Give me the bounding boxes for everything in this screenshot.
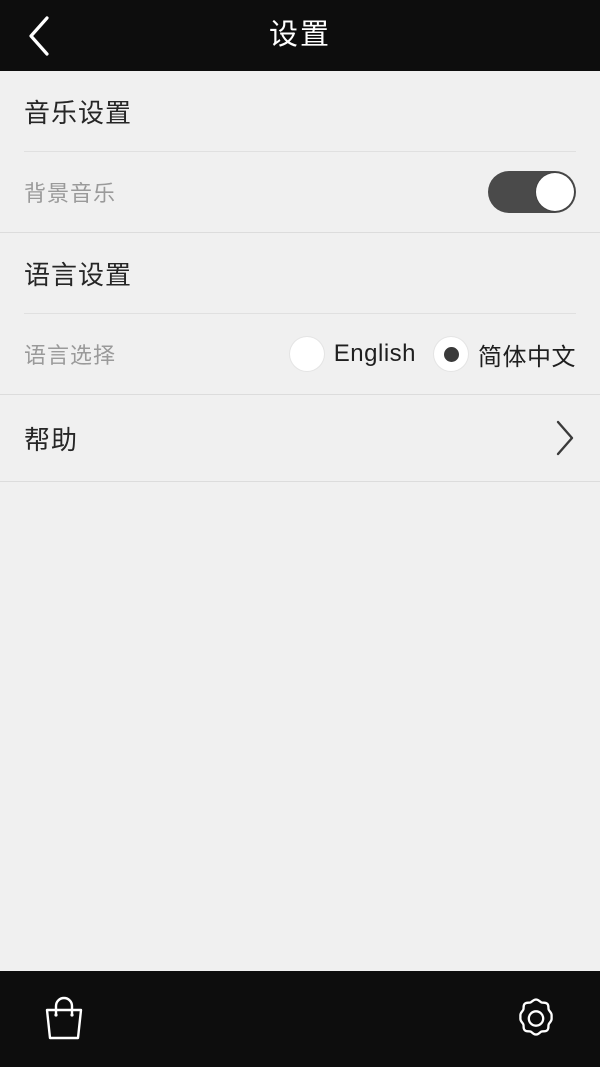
radio-option-english[interactable]: English <box>289 337 416 371</box>
settings-content: 音乐设置 背景音乐 语言设置 语言选择 English 简体中文 帮助 <box>0 71 600 971</box>
back-button[interactable] <box>8 0 70 71</box>
radio-label-english: English <box>333 340 416 367</box>
radio-simplified-chinese-icon[interactable] <box>434 337 468 371</box>
row-background-music[interactable]: 背景音乐 <box>0 152 600 232</box>
section-title-music: 音乐设置 <box>24 97 133 128</box>
row-label-help: 帮助 <box>24 424 79 455</box>
section-header-music: 音乐设置 <box>0 71 600 151</box>
settings-screen: 设置 音乐设置 背景音乐 语言设置 语言选择 English 简体中文 帮助 <box>0 0 600 1067</box>
chevron-left-icon <box>26 15 52 57</box>
radio-dot <box>443 346 459 362</box>
row-label-background-music: 背景音乐 <box>24 181 117 206</box>
row-help[interactable]: 帮助 <box>0 395 600 481</box>
page-title: 设置 <box>268 19 331 51</box>
shop-bag-icon <box>40 994 88 1044</box>
row-language-select[interactable]: 语言选择 English 简体中文 <box>0 314 600 394</box>
toggle-knob <box>536 173 574 211</box>
radio-label-simplified-chinese: 简体中文 <box>478 343 576 371</box>
radio-english-icon[interactable] <box>289 337 324 371</box>
section-title-language: 语言设置 <box>24 259 133 290</box>
chevron-right-icon <box>554 419 576 457</box>
nav-item-settings[interactable] <box>500 983 572 1055</box>
language-radio-group: English 简体中文 <box>289 337 576 372</box>
section-header-language: 语言设置 <box>0 233 600 313</box>
background-music-toggle[interactable] <box>488 171 576 213</box>
gear-icon <box>511 994 561 1044</box>
radio-option-simplified-chinese[interactable]: 简体中文 <box>434 337 576 372</box>
divider <box>0 481 600 482</box>
nav-item-shop[interactable] <box>28 983 100 1055</box>
top-navigation-bar: 设置 <box>0 0 600 71</box>
bottom-navigation-bar <box>0 971 600 1067</box>
row-label-language-select: 语言选择 <box>24 343 117 368</box>
